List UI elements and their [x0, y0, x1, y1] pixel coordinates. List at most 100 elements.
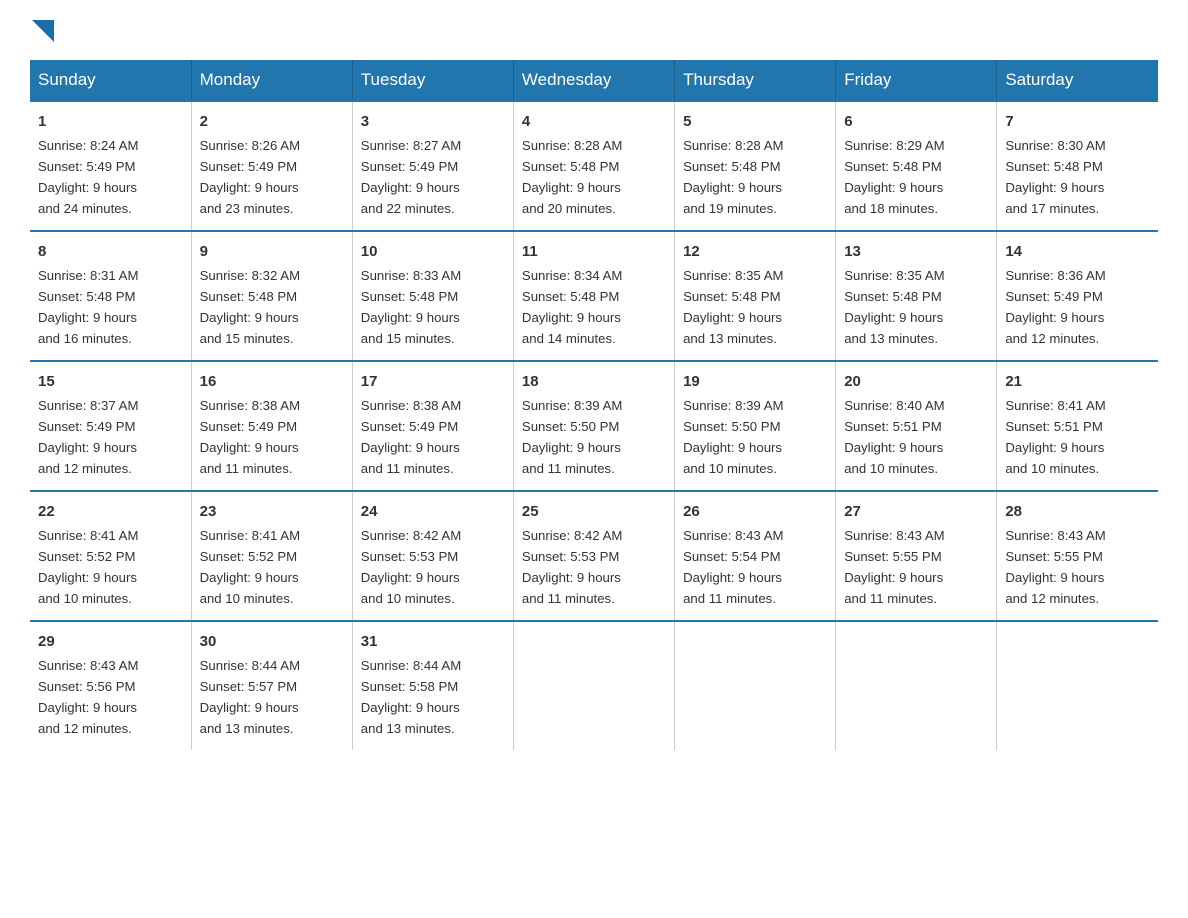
day-number: 8 [38, 240, 183, 263]
calendar-day-cell: 25 Sunrise: 8:42 AM Sunset: 5:53 PM Dayl… [513, 491, 674, 621]
day-sunset: Sunset: 5:48 PM [1005, 159, 1103, 174]
day-daylight: Daylight: 9 hoursand 18 minutes. [844, 180, 943, 216]
calendar-week-row: 15 Sunrise: 8:37 AM Sunset: 5:49 PM Dayl… [30, 361, 1158, 491]
calendar-day-cell [836, 621, 997, 750]
day-number: 14 [1005, 240, 1150, 263]
day-sunset: Sunset: 5:49 PM [361, 419, 459, 434]
day-daylight: Daylight: 9 hoursand 10 minutes. [200, 570, 299, 606]
day-number: 21 [1005, 370, 1150, 393]
day-sunset: Sunset: 5:48 PM [683, 289, 781, 304]
day-daylight: Daylight: 9 hoursand 11 minutes. [683, 570, 782, 606]
calendar-day-cell: 24 Sunrise: 8:42 AM Sunset: 5:53 PM Dayl… [352, 491, 513, 621]
day-sunrise: Sunrise: 8:28 AM [522, 138, 622, 153]
day-sunset: Sunset: 5:49 PM [200, 419, 298, 434]
calendar-day-cell: 10 Sunrise: 8:33 AM Sunset: 5:48 PM Dayl… [352, 231, 513, 361]
calendar-day-cell: 22 Sunrise: 8:41 AM Sunset: 5:52 PM Dayl… [30, 491, 191, 621]
day-sunset: Sunset: 5:57 PM [200, 679, 298, 694]
calendar-day-cell: 11 Sunrise: 8:34 AM Sunset: 5:48 PM Dayl… [513, 231, 674, 361]
day-number: 13 [844, 240, 988, 263]
calendar-day-cell: 20 Sunrise: 8:40 AM Sunset: 5:51 PM Dayl… [836, 361, 997, 491]
day-daylight: Daylight: 9 hoursand 10 minutes. [683, 440, 782, 476]
day-number: 20 [844, 370, 988, 393]
calendar-day-cell: 13 Sunrise: 8:35 AM Sunset: 5:48 PM Dayl… [836, 231, 997, 361]
day-sunrise: Sunrise: 8:27 AM [361, 138, 461, 153]
calendar-day-cell: 31 Sunrise: 8:44 AM Sunset: 5:58 PM Dayl… [352, 621, 513, 750]
day-number: 17 [361, 370, 505, 393]
weekday-header-monday: Monday [191, 60, 352, 101]
calendar-day-cell: 30 Sunrise: 8:44 AM Sunset: 5:57 PM Dayl… [191, 621, 352, 750]
day-daylight: Daylight: 9 hoursand 11 minutes. [200, 440, 299, 476]
calendar-day-cell: 12 Sunrise: 8:35 AM Sunset: 5:48 PM Dayl… [675, 231, 836, 361]
page-header [30, 20, 1158, 42]
day-number: 30 [200, 630, 344, 653]
calendar-day-cell [513, 621, 674, 750]
day-number: 11 [522, 240, 666, 263]
calendar-day-cell: 19 Sunrise: 8:39 AM Sunset: 5:50 PM Dayl… [675, 361, 836, 491]
day-sunrise: Sunrise: 8:41 AM [1005, 398, 1105, 413]
day-daylight: Daylight: 9 hoursand 24 minutes. [38, 180, 137, 216]
calendar-day-cell: 17 Sunrise: 8:38 AM Sunset: 5:49 PM Dayl… [352, 361, 513, 491]
day-number: 26 [683, 500, 827, 523]
day-number: 9 [200, 240, 344, 263]
day-daylight: Daylight: 9 hoursand 12 minutes. [38, 440, 137, 476]
day-number: 6 [844, 110, 988, 133]
day-sunrise: Sunrise: 8:43 AM [38, 658, 138, 673]
day-sunset: Sunset: 5:48 PM [522, 159, 620, 174]
calendar-day-cell: 2 Sunrise: 8:26 AM Sunset: 5:49 PM Dayli… [191, 101, 352, 231]
calendar-header-row: SundayMondayTuesdayWednesdayThursdayFrid… [30, 60, 1158, 101]
day-number: 15 [38, 370, 183, 393]
day-daylight: Daylight: 9 hoursand 11 minutes. [361, 440, 460, 476]
day-sunrise: Sunrise: 8:41 AM [38, 528, 138, 543]
calendar-day-cell: 28 Sunrise: 8:43 AM Sunset: 5:55 PM Dayl… [997, 491, 1158, 621]
day-number: 12 [683, 240, 827, 263]
calendar-day-cell [997, 621, 1158, 750]
day-daylight: Daylight: 9 hoursand 11 minutes. [522, 440, 621, 476]
day-sunset: Sunset: 5:50 PM [683, 419, 781, 434]
day-sunset: Sunset: 5:49 PM [200, 159, 298, 174]
day-daylight: Daylight: 9 hoursand 13 minutes. [683, 310, 782, 346]
day-sunset: Sunset: 5:48 PM [361, 289, 459, 304]
day-daylight: Daylight: 9 hoursand 13 minutes. [844, 310, 943, 346]
day-sunrise: Sunrise: 8:33 AM [361, 268, 461, 283]
day-daylight: Daylight: 9 hoursand 12 minutes. [38, 700, 137, 736]
day-number: 3 [361, 110, 505, 133]
day-sunset: Sunset: 5:52 PM [38, 549, 136, 564]
calendar-day-cell: 27 Sunrise: 8:43 AM Sunset: 5:55 PM Dayl… [836, 491, 997, 621]
day-number: 5 [683, 110, 827, 133]
day-daylight: Daylight: 9 hoursand 15 minutes. [361, 310, 460, 346]
day-number: 31 [361, 630, 505, 653]
calendar-day-cell: 7 Sunrise: 8:30 AM Sunset: 5:48 PM Dayli… [997, 101, 1158, 231]
day-sunset: Sunset: 5:56 PM [38, 679, 136, 694]
calendar-day-cell [675, 621, 836, 750]
day-sunrise: Sunrise: 8:32 AM [200, 268, 300, 283]
day-sunset: Sunset: 5:48 PM [844, 159, 942, 174]
calendar-day-cell: 6 Sunrise: 8:29 AM Sunset: 5:48 PM Dayli… [836, 101, 997, 231]
day-sunrise: Sunrise: 8:26 AM [200, 138, 300, 153]
day-sunset: Sunset: 5:54 PM [683, 549, 781, 564]
day-sunrise: Sunrise: 8:34 AM [522, 268, 622, 283]
calendar-day-cell: 14 Sunrise: 8:36 AM Sunset: 5:49 PM Dayl… [997, 231, 1158, 361]
day-sunrise: Sunrise: 8:38 AM [361, 398, 461, 413]
day-number: 22 [38, 500, 183, 523]
day-sunrise: Sunrise: 8:39 AM [683, 398, 783, 413]
calendar-day-cell: 15 Sunrise: 8:37 AM Sunset: 5:49 PM Dayl… [30, 361, 191, 491]
day-sunset: Sunset: 5:51 PM [1005, 419, 1103, 434]
day-sunrise: Sunrise: 8:40 AM [844, 398, 944, 413]
day-daylight: Daylight: 9 hoursand 10 minutes. [1005, 440, 1104, 476]
day-sunset: Sunset: 5:52 PM [200, 549, 298, 564]
calendar-week-row: 8 Sunrise: 8:31 AM Sunset: 5:48 PM Dayli… [30, 231, 1158, 361]
day-sunrise: Sunrise: 8:42 AM [522, 528, 622, 543]
day-daylight: Daylight: 9 hoursand 22 minutes. [361, 180, 460, 216]
day-number: 23 [200, 500, 344, 523]
calendar-day-cell: 5 Sunrise: 8:28 AM Sunset: 5:48 PM Dayli… [675, 101, 836, 231]
day-sunrise: Sunrise: 8:24 AM [38, 138, 138, 153]
day-number: 25 [522, 500, 666, 523]
weekday-header-saturday: Saturday [997, 60, 1158, 101]
day-sunrise: Sunrise: 8:42 AM [361, 528, 461, 543]
calendar-day-cell: 4 Sunrise: 8:28 AM Sunset: 5:48 PM Dayli… [513, 101, 674, 231]
weekday-header-thursday: Thursday [675, 60, 836, 101]
day-sunset: Sunset: 5:55 PM [1005, 549, 1103, 564]
day-daylight: Daylight: 9 hoursand 12 minutes. [1005, 570, 1104, 606]
day-sunset: Sunset: 5:53 PM [361, 549, 459, 564]
day-daylight: Daylight: 9 hoursand 11 minutes. [844, 570, 943, 606]
